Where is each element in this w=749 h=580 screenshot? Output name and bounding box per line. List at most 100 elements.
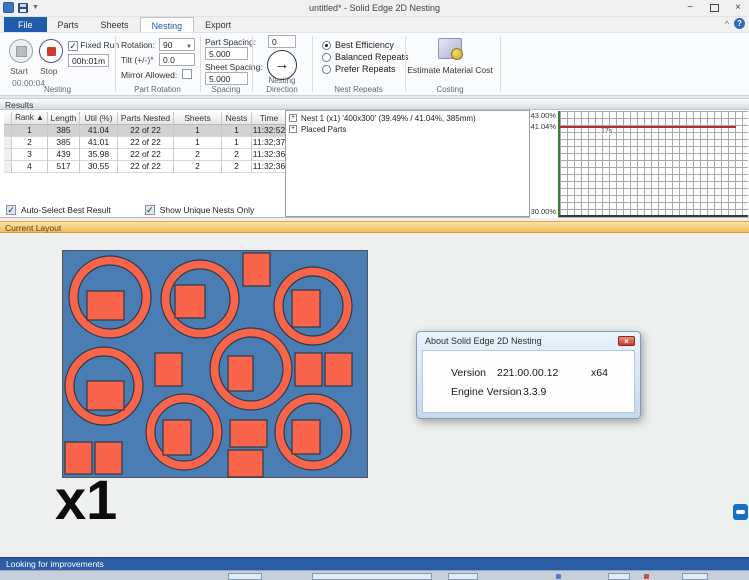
start-icon xyxy=(17,47,26,56)
table-row[interactable]: 451730.5522 of 222211:32:36 xyxy=(4,161,287,173)
cell-parts-nested: 22 of 22 xyxy=(118,161,174,173)
cell-nests: 2 xyxy=(222,161,252,173)
column-header-util-[interactable]: Util (%) xyxy=(80,112,118,125)
rotation-label: Rotation: xyxy=(121,40,155,50)
rect-part xyxy=(230,420,267,447)
status-text: Looking for improvements xyxy=(6,559,104,569)
results-panel: Rank ▲LengthUtil (%)Parts NestedSheetsNe… xyxy=(0,110,749,218)
cell-length: 439 xyxy=(48,149,80,161)
taskbar-fragment xyxy=(0,570,749,580)
cell-rank: 3 xyxy=(12,149,48,161)
minimize-icon[interactable]: − xyxy=(681,1,699,14)
rect-part xyxy=(292,290,320,327)
estimate-cost-button[interactable]: Estimate Material Cost xyxy=(405,65,495,75)
cell-time: 11:32:37 xyxy=(252,137,287,149)
option-label: Show Unique Nests Only xyxy=(160,205,255,215)
tilt-field[interactable]: 0.0 xyxy=(159,53,195,66)
rect-part xyxy=(325,353,352,386)
title-bar: ▼ untitled* - Solid Edge 2D Nesting − × xyxy=(0,0,749,17)
nesting-group-label: Nesting xyxy=(0,85,115,94)
expand-icon[interactable]: + xyxy=(289,114,297,122)
fixed-run-option[interactable]: ✓ Fixed Run xyxy=(68,40,119,51)
option-auto-select-best-result[interactable]: ✓Auto-Select Best Result xyxy=(6,205,111,215)
sheet-spacing-label: Sheet Spacing: xyxy=(205,62,263,72)
cell-util-: 30.55 xyxy=(80,161,118,173)
table-row[interactable]: 238541.0122 of 221111:32:37 xyxy=(4,137,287,149)
cell-util-: 35.98 xyxy=(80,149,118,161)
cell-length: 517 xyxy=(48,161,80,173)
cell-time: 11:32:36 xyxy=(252,149,287,161)
column-header-sheets[interactable]: Sheets xyxy=(174,112,222,125)
repeat-option-prefer-repeats[interactable]: Prefer Repeats xyxy=(322,63,409,75)
mirror-checkbox[interactable] xyxy=(182,69,192,79)
engine-version-label: Engine Version xyxy=(451,386,522,398)
stop-icon xyxy=(47,47,56,56)
part-spacing-label: Part Spacing: xyxy=(205,37,256,47)
cell-util-: 41.01 xyxy=(80,137,118,149)
tab-file[interactable]: File xyxy=(4,17,47,32)
repeat-option-label: Balanced Repeats xyxy=(335,52,409,62)
sheet-spacing-field[interactable]: 5.000 xyxy=(205,72,248,85)
ribbon-tab-row: FilePartsSheetsNestingExport xyxy=(0,17,749,32)
rotation-value: 90 xyxy=(163,40,172,50)
column-header-length[interactable]: Length xyxy=(48,112,80,125)
rect-part xyxy=(243,253,270,286)
rotation-dropdown-icon: ▼ xyxy=(186,42,192,52)
efficiency-chart: 17s xyxy=(558,111,748,217)
checkbox-icon[interactable]: ✓ xyxy=(6,205,16,215)
table-row[interactable]: 138541.0422 of 221111:32:52 xyxy=(4,125,287,137)
row-selector[interactable] xyxy=(4,161,12,173)
dialog-close-icon[interactable]: × xyxy=(618,336,635,346)
cell-nests: 1 xyxy=(222,137,252,149)
checkbox-icon[interactable]: ✓ xyxy=(145,205,155,215)
radio-icon[interactable] xyxy=(322,65,331,74)
tab-sheets[interactable]: Sheets xyxy=(90,17,140,32)
tree-item[interactable]: +Nest 1 (x1) '400x300' (39.49% / 41.04%,… xyxy=(289,113,526,123)
help-icon[interactable]: ? xyxy=(734,18,745,29)
column-header-parts-nested[interactable]: Parts Nested xyxy=(118,112,174,125)
close-icon[interactable]: × xyxy=(729,1,747,14)
row-selector[interactable] xyxy=(4,137,12,149)
status-bar: Looking for improvements xyxy=(0,557,749,570)
column-header-nests[interactable]: Nests xyxy=(222,112,252,125)
radio-icon[interactable] xyxy=(322,41,331,50)
repeat-option-best-efficiency[interactable]: Best Efficiency xyxy=(322,39,409,51)
cell-nests: 2 xyxy=(222,149,252,161)
rotation-dropdown[interactable]: 90 ▼ xyxy=(159,38,195,51)
expand-icon[interactable]: + xyxy=(289,125,297,133)
sheet-quantity-label: x1 xyxy=(55,472,117,528)
table-row[interactable]: 343935.9822 of 222211:32:36 xyxy=(4,149,287,161)
fixed-run-checkbox[interactable]: ✓ xyxy=(68,41,78,51)
part-rotation-group-label: Part Rotation xyxy=(115,85,200,94)
collapse-ribbon-icon[interactable]: ^ xyxy=(725,19,729,29)
start-label: Start xyxy=(10,66,28,76)
column-header-time[interactable]: Time xyxy=(252,112,287,125)
layout-canvas[interactable]: x1 About Solid Edge 2D Nesting × Version… xyxy=(0,234,749,557)
stop-button[interactable] xyxy=(39,39,63,63)
rect-part xyxy=(87,381,124,410)
tab-parts[interactable]: Parts xyxy=(47,17,90,32)
tree-item[interactable]: +Placed Parts xyxy=(289,124,526,134)
repeat-option-balanced-repeats[interactable]: Balanced Repeats xyxy=(322,51,409,63)
start-button[interactable] xyxy=(9,39,33,63)
restore-icon[interactable] xyxy=(705,1,723,14)
part-spacing-field[interactable]: 5.000 xyxy=(205,47,248,60)
remote-access-icon[interactable] xyxy=(733,504,748,520)
row-selector[interactable] xyxy=(4,149,12,161)
row-selector[interactable] xyxy=(4,125,12,137)
tab-export[interactable]: Export xyxy=(194,17,242,32)
option-show-unique-nests-only[interactable]: ✓ Show Unique Nests Only xyxy=(145,205,255,215)
window-controls: − × xyxy=(681,1,747,14)
results-table[interactable]: Rank ▲LengthUtil (%)Parts NestedSheetsNe… xyxy=(4,112,287,173)
run-duration-field[interactable]: 00h:01m xyxy=(68,54,109,67)
cell-parts-nested: 22 of 22 xyxy=(118,137,174,149)
radio-icon[interactable] xyxy=(322,53,331,62)
direction-angle-field[interactable]: 0 xyxy=(268,35,296,48)
taskbar-box xyxy=(228,573,262,580)
taskbar-box xyxy=(312,573,432,580)
tab-nesting[interactable]: Nesting xyxy=(140,17,195,32)
column-header-rank[interactable]: Rank ▲ xyxy=(12,112,48,125)
nest-tree[interactable]: +Nest 1 (x1) '400x300' (39.49% / 41.04%,… xyxy=(285,110,530,217)
cell-rank: 1 xyxy=(12,125,48,137)
version-value: 221.00.00.12 xyxy=(497,367,558,379)
